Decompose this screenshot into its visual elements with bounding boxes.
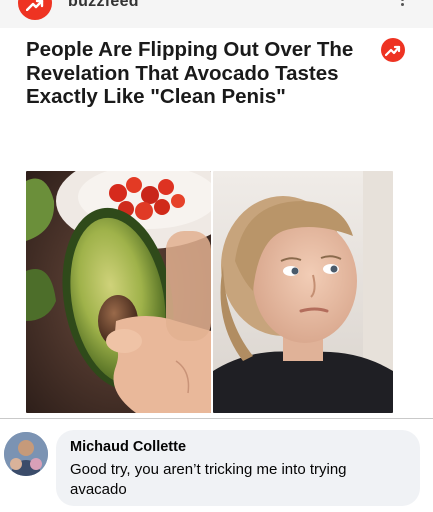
- comment-bubble: Michaud Collette Good try, you aren’t tr…: [56, 430, 420, 506]
- buzzfeed-logo-icon[interactable]: [18, 0, 52, 20]
- avocado-photo: [26, 171, 211, 413]
- source-header: buzzfeed: [0, 0, 433, 28]
- more-vertical-icon[interactable]: [398, 0, 406, 14]
- woman-reaction-photo: [213, 171, 393, 413]
- avatar[interactable]: [4, 432, 48, 476]
- article-card[interactable]: People Are Flipping Out Over The Revelat…: [0, 28, 433, 418]
- trending-icon: [381, 38, 405, 62]
- source-name[interactable]: buzzfeed: [68, 0, 139, 11]
- comment-text: Good try, you aren’t tricking me into tr…: [70, 461, 347, 498]
- divider: [0, 418, 433, 419]
- article-headline[interactable]: People Are Flipping Out Over The Revelat…: [26, 38, 376, 109]
- comment-author[interactable]: Michaud Collette: [70, 439, 186, 455]
